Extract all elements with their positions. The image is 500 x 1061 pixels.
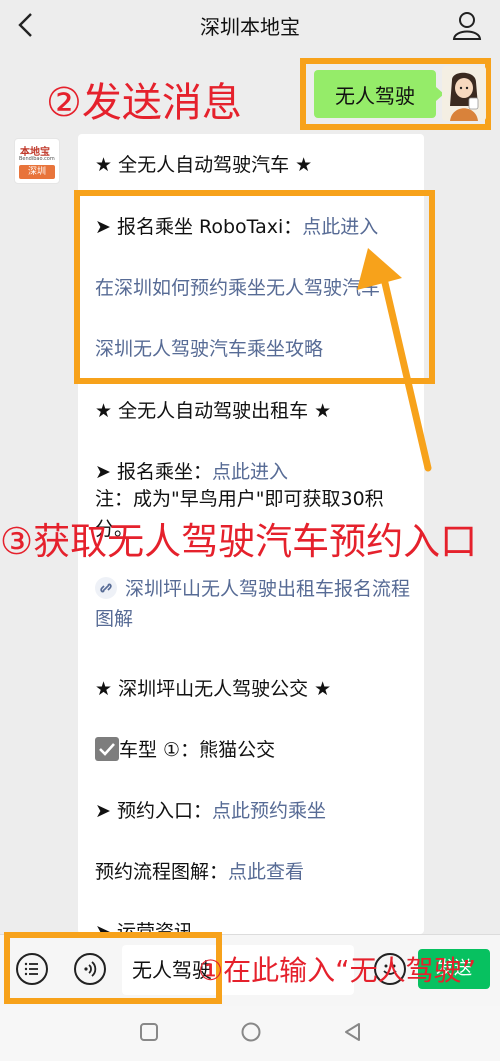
home-icon[interactable] [240,1021,262,1043]
recent-apps-icon[interactable] [139,1022,159,1042]
system-nav-bar [0,1006,500,1061]
annotation-step1: ①在此输入“无人驾驶” [198,954,477,987]
input-highlight [4,932,222,1004]
annotation-step3: ③获取无人驾驶汽车预约入口 [0,520,478,563]
back-triangle-icon[interactable] [342,1021,364,1043]
